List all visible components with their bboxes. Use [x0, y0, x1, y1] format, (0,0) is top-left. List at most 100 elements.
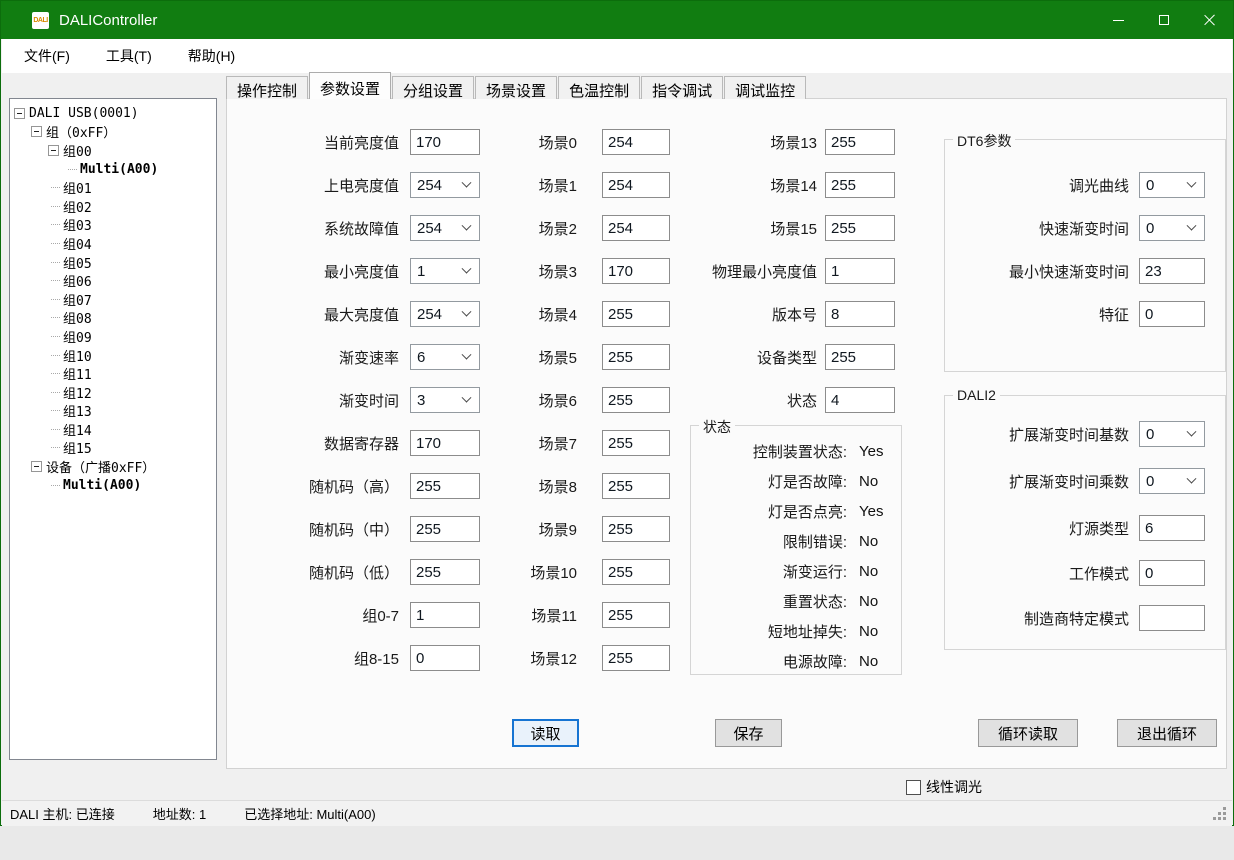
tab-parameter-settings[interactable]: 参数设置	[309, 72, 391, 99]
fast-fade-time-select[interactable]: 0	[1139, 215, 1205, 241]
scene-10-input[interactable]	[602, 559, 670, 585]
physical-min-level-input[interactable]	[825, 258, 895, 284]
tab-scene-settings[interactable]: 场景设置	[475, 76, 557, 99]
tab-grouping-settings[interactable]: 分组设置	[392, 76, 474, 99]
tree-item-group02[interactable]: 组02	[10, 197, 216, 216]
scene-7-input[interactable]	[602, 430, 670, 456]
save-button[interactable]: 保存	[715, 719, 782, 747]
tree-item-group04[interactable]: 组04	[10, 234, 216, 253]
tree-connector	[51, 429, 60, 430]
power-on-level-select[interactable]: 254	[410, 172, 480, 198]
status-value-input[interactable]	[825, 387, 895, 413]
tree-item-label: 设备（广播0xFF）	[46, 457, 155, 476]
collapse-icon[interactable]	[31, 461, 42, 472]
collapse-icon[interactable]	[48, 145, 59, 156]
tree-item-multi-a00-2[interactable]: Multi(A00)	[10, 476, 216, 495]
min-level-select[interactable]: 1	[410, 258, 480, 284]
tree-item-group07[interactable]: 组07	[10, 290, 216, 309]
scene-8-input[interactable]	[602, 473, 670, 499]
random-code-low-input[interactable]	[410, 559, 480, 585]
field-label: 最大亮度值	[247, 304, 399, 325]
tree-item-group10[interactable]: 组10	[10, 346, 216, 365]
current-level-input[interactable]	[410, 129, 480, 155]
manufacturer-mode-input[interactable]	[1139, 605, 1205, 631]
scene-14-input[interactable]	[825, 172, 895, 198]
field-label: 场景13	[657, 132, 817, 153]
random-code-mid-input[interactable]	[410, 516, 480, 542]
maximize-button[interactable]	[1141, 1, 1187, 39]
tree-item-group09[interactable]: 组09	[10, 327, 216, 346]
tab-debug-monitor[interactable]: 调试监控	[724, 76, 806, 99]
dim-curve-select[interactable]: 0	[1139, 172, 1205, 198]
random-code-high-input[interactable]	[410, 473, 480, 499]
tree-item-dali-usb[interactable]: DALI USB(0001)	[10, 104, 216, 123]
field-label: 场景11	[507, 605, 577, 626]
status-value: No	[859, 623, 878, 640]
scene-11-input[interactable]	[602, 602, 670, 628]
tree-item-group12[interactable]: 组12	[10, 383, 216, 402]
tree-item-group11[interactable]: 组11	[10, 364, 216, 383]
tree-item-device-broadcast[interactable]: 设备（广播0xFF）	[10, 457, 216, 476]
device-type-input[interactable]	[825, 344, 895, 370]
field-light-source-type: 灯源类型	[951, 515, 1205, 541]
window-controls	[1095, 1, 1233, 39]
scene-15-input[interactable]	[825, 215, 895, 241]
group-8-15-input[interactable]	[410, 645, 480, 671]
tree-item-group08[interactable]: 组08	[10, 309, 216, 328]
tree-item-group15[interactable]: 组15	[10, 439, 216, 458]
tab-command-debug[interactable]: 指令调试	[641, 76, 723, 99]
feature-input[interactable]	[1139, 301, 1205, 327]
field-label: 场景0	[507, 132, 577, 153]
status-value: Yes	[859, 443, 883, 460]
light-source-type-input[interactable]	[1139, 515, 1205, 541]
ext-fade-time-base-select[interactable]: 0	[1139, 421, 1205, 447]
max-level-select[interactable]: 254	[410, 301, 480, 327]
tree-item-group14[interactable]: 组14	[10, 420, 216, 439]
field-scene-1: 场景1	[507, 172, 670, 198]
tree-item-group06[interactable]: 组06	[10, 271, 216, 290]
tab-color-temp-control[interactable]: 色温控制	[558, 76, 640, 99]
scene-12-input[interactable]	[602, 645, 670, 671]
field-label: 场景7	[507, 433, 577, 454]
fade-time-select[interactable]: 3	[410, 387, 480, 413]
groupbox-title: DALI2	[953, 387, 1000, 403]
read-button[interactable]: 读取	[512, 719, 579, 747]
tab-operation-control[interactable]: 操作控制	[226, 76, 308, 99]
tree-item-group03[interactable]: 组03	[10, 216, 216, 235]
tree-item-group13[interactable]: 组13	[10, 402, 216, 421]
fade-rate-select[interactable]: 6	[410, 344, 480, 370]
version-input[interactable]	[825, 301, 895, 327]
linear-dimming-checkbox[interactable]	[906, 780, 921, 795]
ext-fade-time-mult-select[interactable]: 0	[1139, 468, 1205, 494]
tree-item-label: 组14	[63, 420, 92, 439]
field-system-failure-level: 系统故障值 254	[247, 215, 480, 241]
minimize-button[interactable]	[1095, 1, 1141, 39]
min-fast-fade-time-input[interactable]	[1139, 258, 1205, 284]
system-failure-level-select[interactable]: 254	[410, 215, 480, 241]
tree-item-label: 组（0xFF）	[46, 122, 116, 141]
field-label: 系统故障值	[247, 218, 399, 239]
scene-13-input[interactable]	[825, 129, 895, 155]
collapse-icon[interactable]	[31, 126, 42, 137]
field-label: 组0-7	[247, 605, 399, 626]
close-button[interactable]	[1187, 1, 1233, 39]
scene-9-input[interactable]	[602, 516, 670, 542]
tree-item-group00[interactable]: 组00	[10, 141, 216, 160]
tree-connector	[51, 224, 60, 225]
work-mode-input[interactable]	[1139, 560, 1205, 586]
tree-item-multi-a00[interactable]: Multi(A00)	[10, 160, 216, 179]
menu-tools[interactable]: 工具(T)	[92, 39, 166, 73]
field-device-type: 设备类型	[657, 344, 895, 370]
loop-read-button[interactable]: 循环读取	[978, 719, 1078, 747]
tree-item-group05[interactable]: 组05	[10, 253, 216, 272]
tree-item-group-ff[interactable]: 组（0xFF）	[10, 123, 216, 142]
data-register-input[interactable]	[410, 430, 480, 456]
tree-item-group01[interactable]: 组01	[10, 178, 216, 197]
menu-file[interactable]: 文件(F)	[10, 39, 84, 73]
collapse-icon[interactable]	[14, 108, 25, 119]
resize-grip[interactable]	[1223, 807, 1226, 810]
exit-loop-button[interactable]: 退出循环	[1117, 719, 1217, 747]
field-current-level: 当前亮度值	[247, 129, 480, 155]
group-0-7-input[interactable]	[410, 602, 480, 628]
menu-help[interactable]: 帮助(H)	[174, 39, 249, 73]
